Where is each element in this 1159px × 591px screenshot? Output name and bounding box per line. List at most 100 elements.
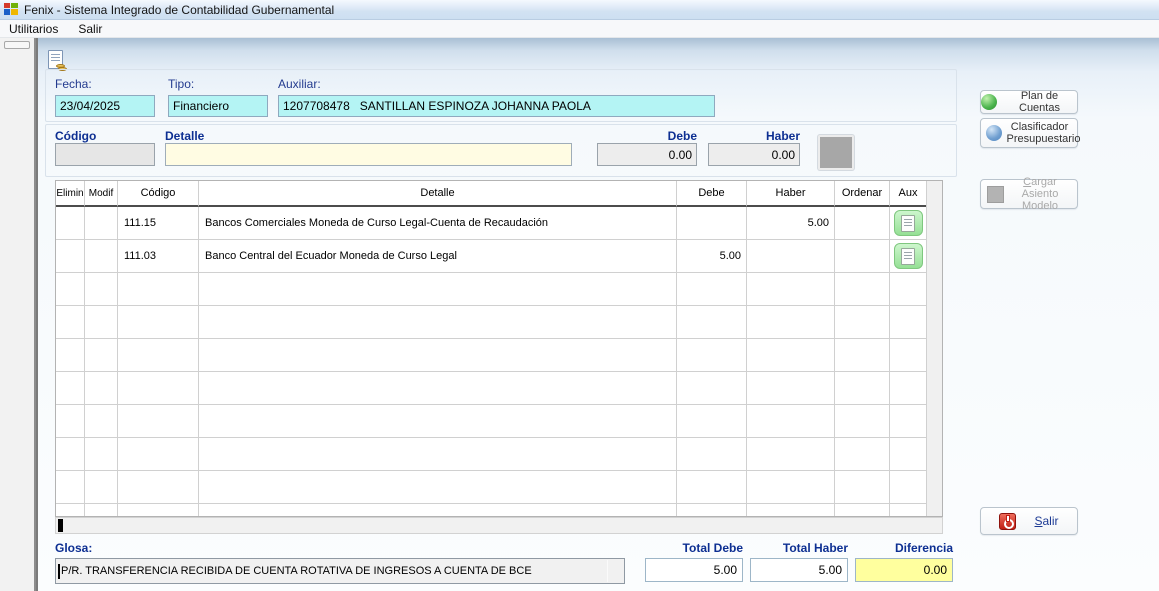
auxiliar-field[interactable]: 1207708478 SANTILLAN ESPINOZA JOHANNA PA… — [278, 95, 715, 117]
cell-codigo — [118, 438, 199, 471]
aux-button[interactable] — [894, 210, 923, 236]
column-header-codigo: Código — [118, 181, 199, 207]
cell-elimin — [56, 339, 85, 372]
cell-codigo — [118, 273, 199, 306]
cell-modif — [85, 504, 118, 517]
cell-debe — [677, 438, 747, 471]
cell-modif — [85, 405, 118, 438]
cell-modif — [85, 306, 118, 339]
haber-label: Haber — [708, 129, 800, 143]
cell-debe — [677, 504, 747, 517]
cell-codigo: 111.15 — [118, 207, 199, 240]
debe-input[interactable]: 0.00 — [597, 143, 697, 166]
cell-debe — [677, 273, 747, 306]
cargar-asiento-modelo-button[interactable]: Cargar Asiento Modelo — [980, 179, 1078, 209]
table-empty-row[interactable] — [56, 339, 942, 372]
fecha-field[interactable]: 23/04/2025 — [55, 95, 155, 117]
cell-aux — [890, 504, 927, 517]
table-empty-row[interactable] — [56, 372, 942, 405]
cell-detalle — [199, 339, 677, 372]
plan-de-cuentas-label: Plan de Cuentas — [1002, 90, 1077, 114]
cell-aux — [890, 306, 927, 339]
cell-haber — [747, 405, 835, 438]
cell-codigo — [118, 306, 199, 339]
cell-detalle — [199, 405, 677, 438]
cell-ordenar — [835, 471, 890, 504]
table-empty-row[interactable] — [56, 504, 942, 517]
salir-button[interactable]: Salir — [980, 507, 1078, 535]
cell-aux — [890, 339, 927, 372]
salir-label: Salir — [1034, 515, 1058, 527]
table-empty-row[interactable] — [56, 273, 942, 306]
cell-codigo — [118, 339, 199, 372]
codigo-input[interactable] — [55, 143, 155, 166]
column-header-detalle: Detalle — [199, 181, 677, 207]
title-bar[interactable]: Fenix - Sistema Integrado de Contabilida… — [0, 0, 1159, 20]
detalle-input[interactable] — [165, 143, 572, 166]
panel-splitter-handle[interactable] — [4, 41, 30, 49]
color-indicator-button[interactable] — [818, 135, 854, 170]
total-haber-field: 5.00 — [750, 558, 848, 582]
table-empty-row[interactable] — [56, 438, 942, 471]
table-empty-row[interactable] — [56, 471, 942, 504]
menu-salir[interactable]: Salir — [68, 20, 112, 37]
table-vertical-scrollbar[interactable] — [926, 181, 942, 517]
cell-codigo — [118, 405, 199, 438]
cell-ordenar — [835, 240, 890, 273]
total-debe-field: 5.00 — [645, 558, 743, 582]
glosa-text: P/R. TRANSFERENCIA RECIBIDA DE CUENTA RO… — [61, 565, 532, 577]
cell-debe: 5.00 — [677, 240, 747, 273]
diferencia-label: Diferencia — [855, 541, 953, 555]
table-row[interactable]: 111.03Banco Central del Ecuador Moneda d… — [56, 240, 942, 273]
cell-codigo — [118, 504, 199, 517]
cell-haber — [747, 240, 835, 273]
cell-detalle — [199, 504, 677, 517]
cell-codigo — [118, 372, 199, 405]
cell-detalle — [199, 306, 677, 339]
scrollbar-thumb[interactable] — [58, 519, 63, 532]
menu-bar: Utilitarios Salir — [0, 20, 1159, 38]
main-form: Fecha: 23/04/2025 Tipo: Financiero Auxil… — [36, 38, 1159, 591]
cell-haber — [747, 273, 835, 306]
cell-debe — [677, 471, 747, 504]
cell-debe — [677, 405, 747, 438]
gray-square-icon — [987, 186, 1004, 203]
table-row[interactable]: 111.15Bancos Comerciales Moneda de Curso… — [56, 207, 942, 240]
cell-elimin — [56, 207, 85, 240]
column-header-modif: Modif — [85, 181, 118, 207]
cell-modif — [85, 240, 118, 273]
cell-haber — [747, 372, 835, 405]
tipo-field[interactable]: Financiero — [168, 95, 268, 117]
cell-modif — [85, 372, 118, 405]
cell-codigo: 111.03 — [118, 240, 199, 273]
cell-elimin — [56, 504, 85, 517]
cell-aux — [890, 273, 927, 306]
windows-logo-icon — [4, 3, 19, 16]
clasificador-label: Clasificador Presupuestario — [1007, 121, 1073, 145]
table-empty-row[interactable] — [56, 405, 942, 438]
cell-aux — [890, 405, 927, 438]
haber-input[interactable]: 0.00 — [708, 143, 800, 166]
blue-sphere-icon — [986, 125, 1002, 141]
cell-modif — [85, 438, 118, 471]
total-debe-label: Total Debe — [645, 541, 743, 555]
cell-detalle: Banco Central del Ecuador Moneda de Curs… — [199, 240, 677, 273]
plan-de-cuentas-button[interactable]: Plan de Cuentas — [980, 90, 1078, 114]
cell-detalle — [199, 438, 677, 471]
codigo-label: Código — [55, 129, 96, 143]
cell-ordenar — [835, 273, 890, 306]
table-empty-row[interactable] — [56, 306, 942, 339]
cell-debe — [677, 372, 747, 405]
total-haber-label: Total Haber — [750, 541, 848, 555]
table-horizontal-scrollbar[interactable] — [55, 517, 943, 534]
aux-button[interactable] — [894, 243, 923, 269]
glosa-input[interactable]: P/R. TRANSFERENCIA RECIBIDA DE CUENTA RO… — [55, 558, 625, 584]
power-icon — [999, 513, 1016, 530]
glosa-label: Glosa: — [55, 541, 92, 555]
cell-ordenar — [835, 306, 890, 339]
clasificador-presupuestario-button[interactable]: Clasificador Presupuestario — [980, 118, 1078, 148]
auxiliar-label: Auxiliar: — [278, 77, 321, 91]
cell-detalle: Bancos Comerciales Moneda de Curso Legal… — [199, 207, 677, 240]
cell-haber — [747, 504, 835, 517]
menu-utilitarios[interactable]: Utilitarios — [0, 20, 68, 37]
